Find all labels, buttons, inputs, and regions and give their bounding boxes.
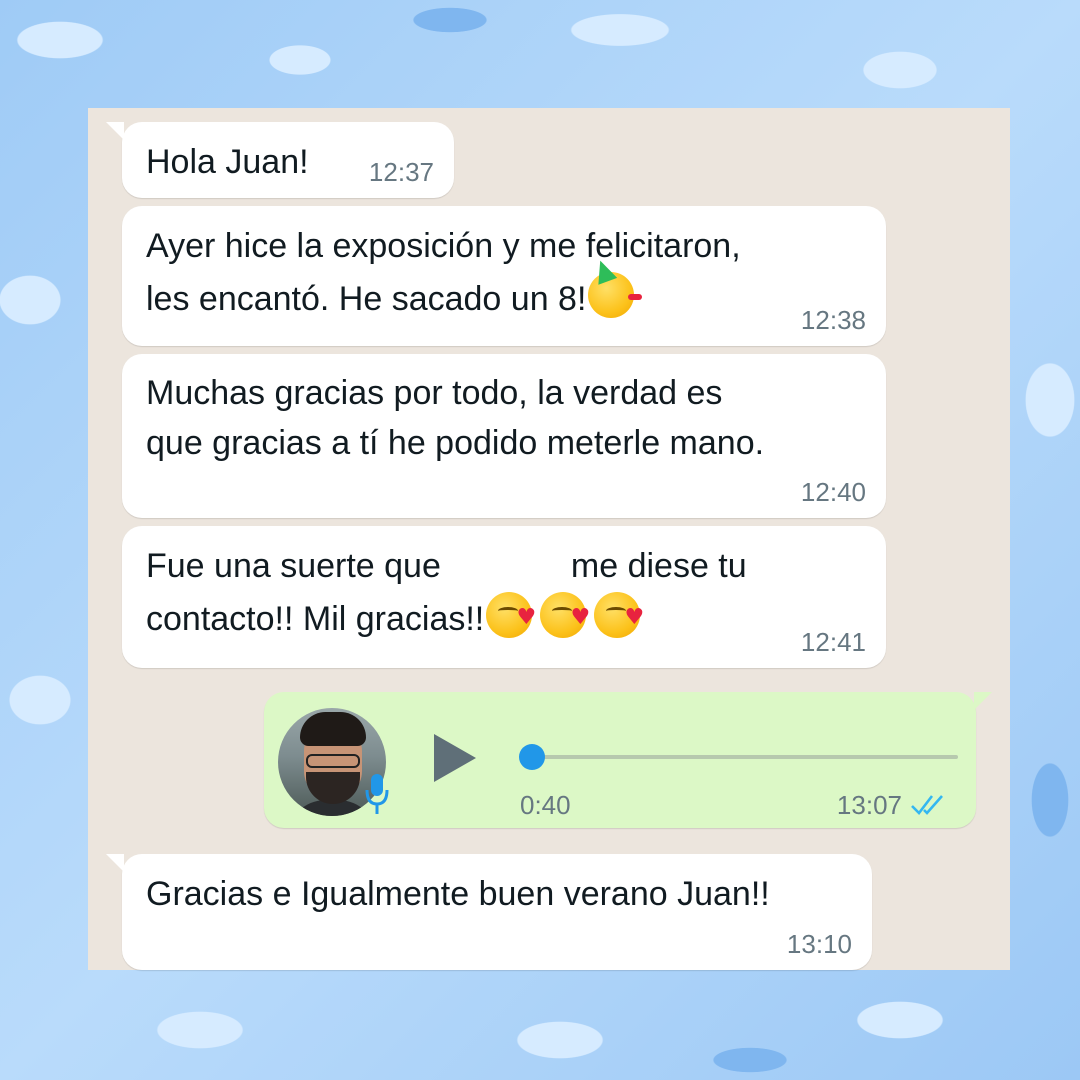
face-blowing-a-kiss-emoji-icon	[540, 592, 590, 644]
message-text-part: contacto!! Mil gracias!!	[146, 600, 485, 638]
microphone-icon	[365, 774, 389, 814]
message-bubble[interactable]: Hola Juan! 12:37	[106, 122, 454, 198]
message-time: 12:37	[368, 157, 434, 187]
play-icon[interactable]	[434, 734, 476, 782]
audio-progress-knob[interactable]	[519, 744, 545, 770]
message-bubble[interactable]: Muchas gracias por todo, la verdad es qu…	[122, 354, 886, 518]
message-text-part: Fue una suerte que	[146, 547, 441, 585]
message-bubble[interactable]: Gracias e Igualmente buen verano Juan!! …	[106, 854, 872, 970]
message-text: Muchas gracias por todo, la verdad es qu…	[146, 374, 765, 462]
message-text: Gracias e Igualmente buen verano Juan!!	[146, 875, 770, 913]
message-time: 13:10	[786, 929, 852, 959]
message-text: Fue una suerte que me diese tu contacto!! …	[146, 540, 864, 645]
face-blowing-a-kiss-emoji-icon	[594, 592, 644, 644]
voice-note-duration: 0:40	[520, 790, 571, 820]
message-time: 12:41	[800, 627, 866, 657]
face-blowing-a-kiss-emoji-icon	[486, 592, 536, 644]
message-text-body: Ayer hice la exposición y me felicitaron…	[146, 227, 741, 318]
message-time: 12:40	[800, 477, 866, 507]
avatar-glasses	[306, 754, 360, 768]
voice-note-bubble[interactable]: 0:40 13:07	[264, 692, 992, 828]
message-text-part: me diese tu	[570, 547, 747, 585]
message-bubble[interactable]: Ayer hice la exposición y me felicitaron…	[122, 206, 886, 346]
avatar-hair	[300, 712, 366, 746]
message-bubble[interactable]: Fue una suerte que me diese tu contacto!! …	[122, 526, 886, 668]
message-time: 13:07	[836, 790, 902, 820]
message-time: 12:38	[800, 305, 866, 335]
partying-face-emoji-icon	[588, 272, 643, 318]
message-text: Ayer hice la exposición y me felicitaron…	[146, 220, 864, 325]
avatar-beard	[306, 772, 360, 804]
chat-panel: Hola Juan! 12:37 Ayer hice la exposición…	[88, 108, 1010, 970]
audio-progress-track[interactable]	[526, 755, 958, 759]
double-check-icon	[911, 795, 943, 815]
